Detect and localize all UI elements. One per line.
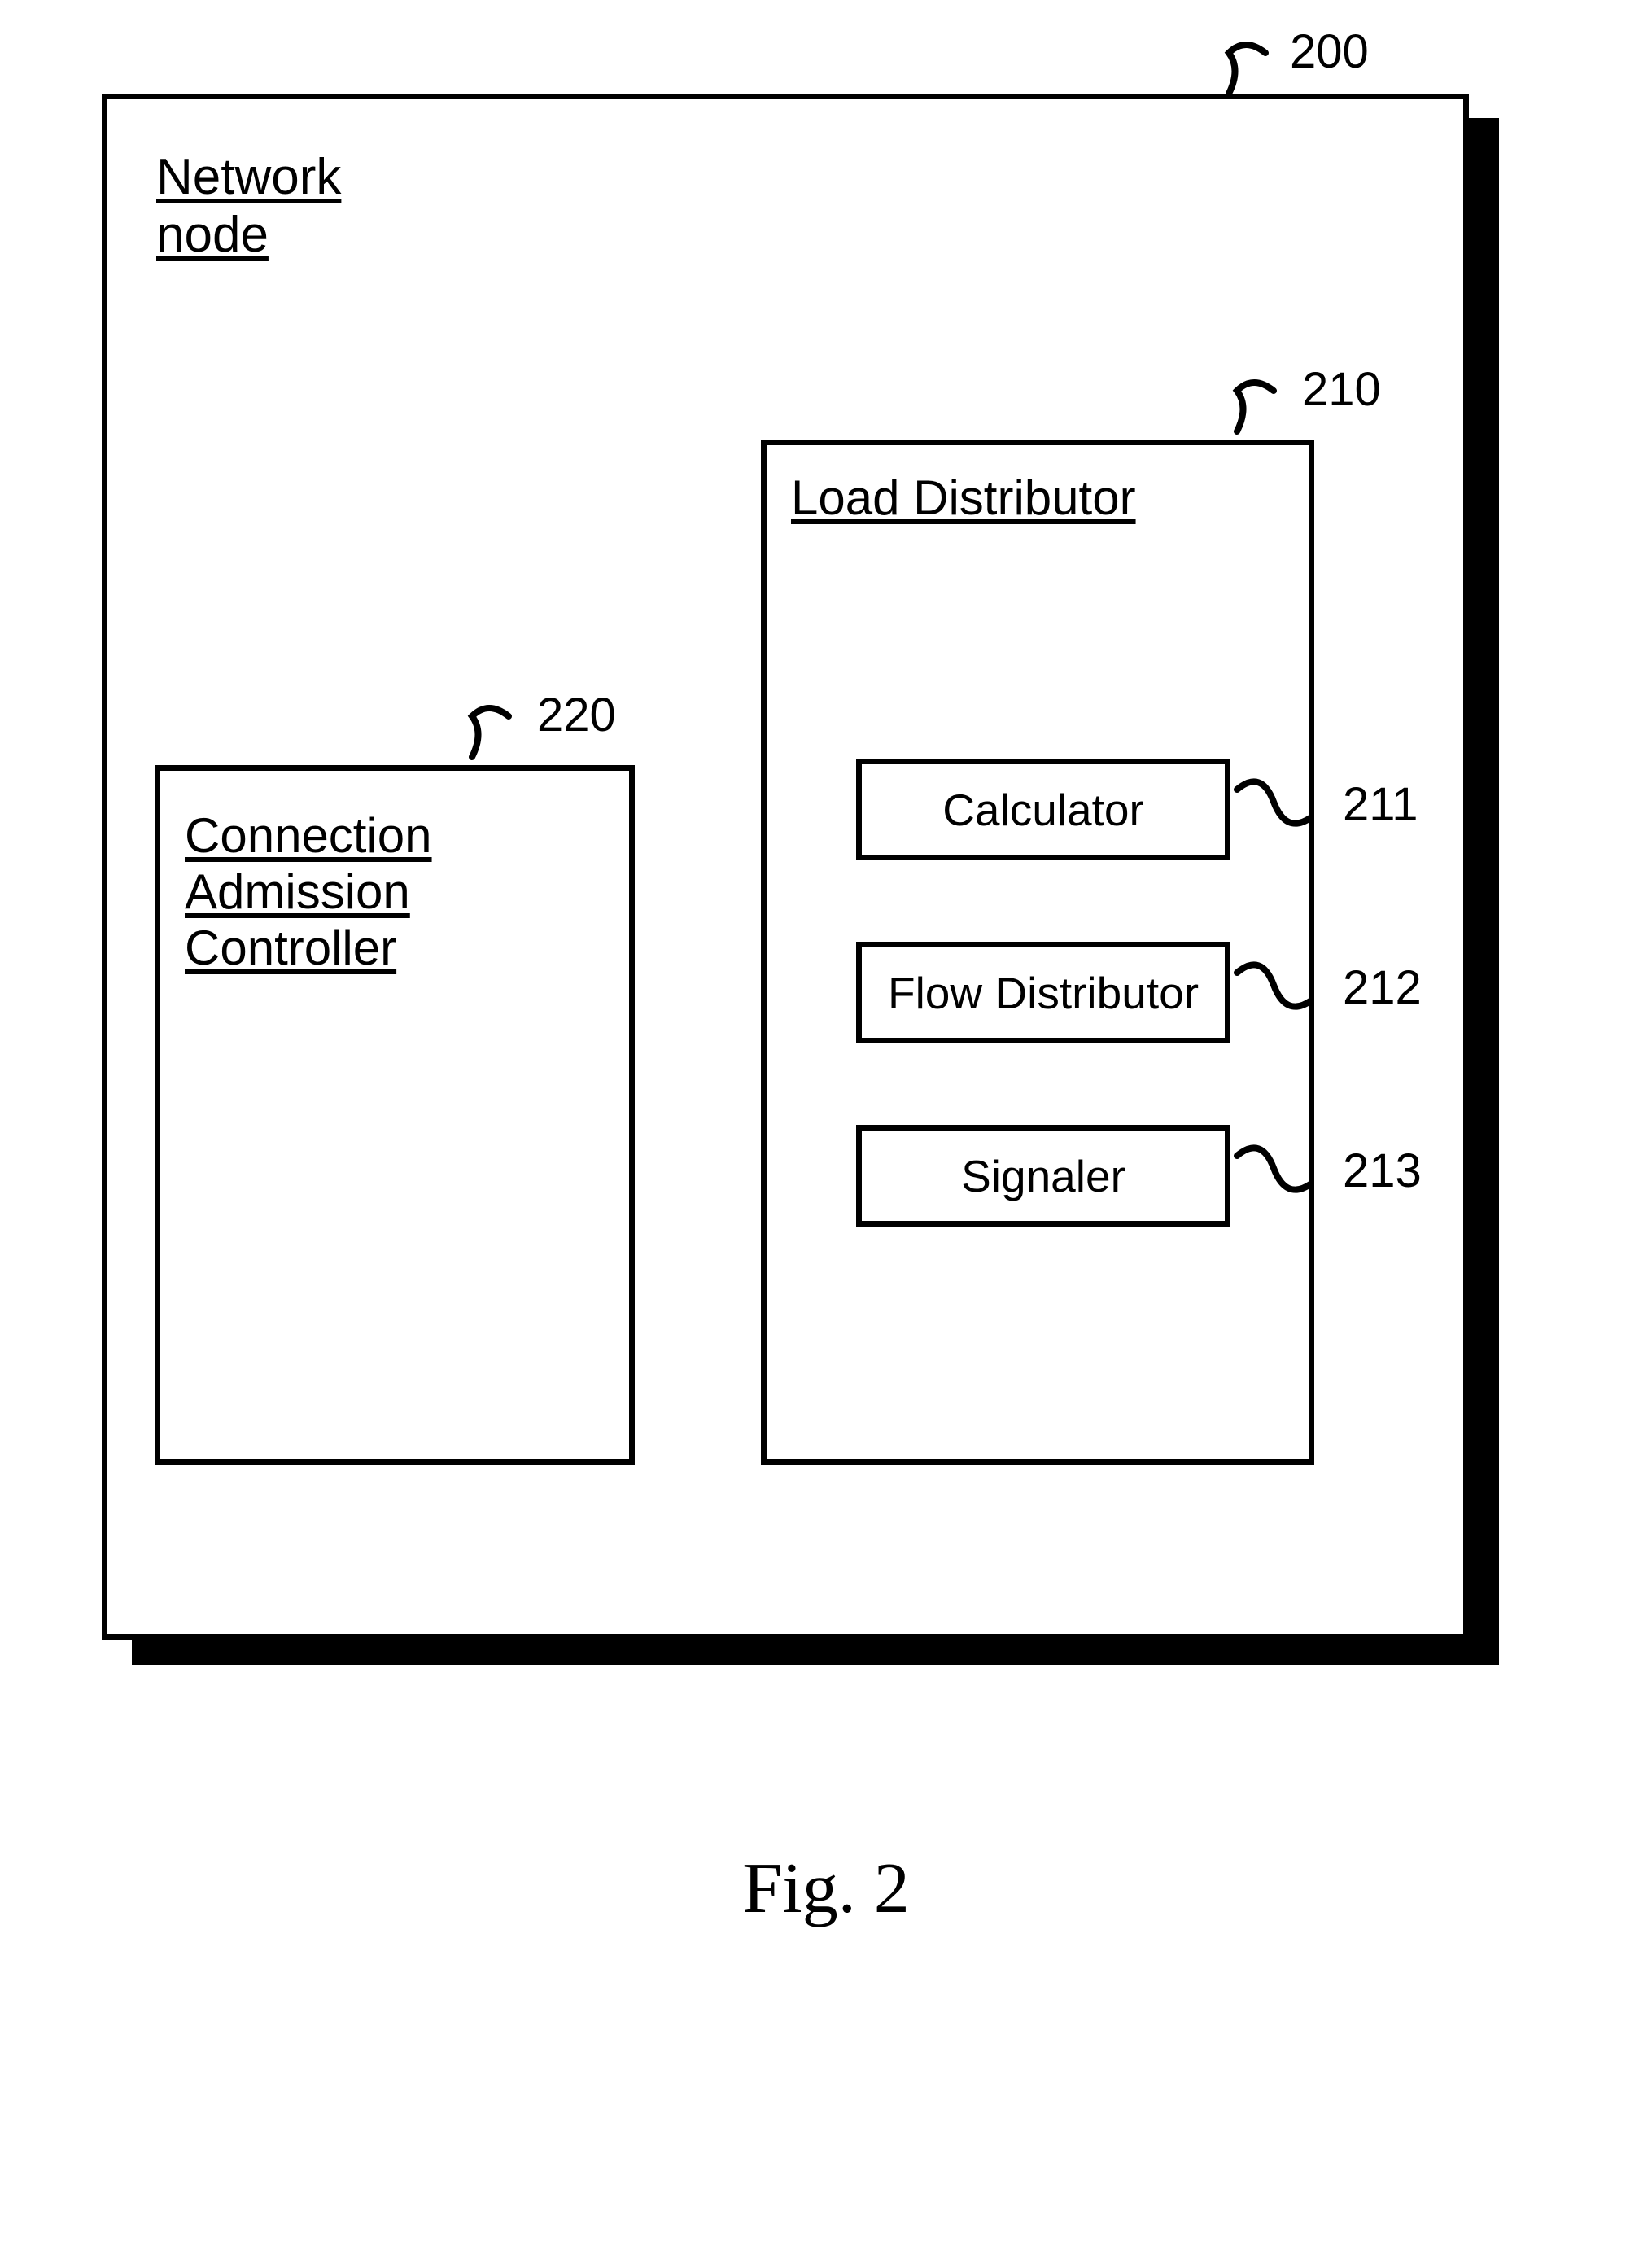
cac-title-line1: Connection <box>185 808 432 863</box>
calculator-box: Calculator <box>856 759 1230 860</box>
load-distributor-title: Load Distributor <box>791 470 1136 526</box>
hook-icon <box>439 696 537 761</box>
ref-211: 211 <box>1343 777 1418 832</box>
cac-title: Connection Admission Controller <box>185 807 432 976</box>
ref-210: 210 <box>1302 362 1381 417</box>
cac-title-line3: Controller <box>185 921 396 975</box>
flow-distributor-box: Flow Distributor <box>856 942 1230 1043</box>
network-node-title: Network node <box>156 148 341 265</box>
ref-220: 220 <box>537 688 616 742</box>
ref-200: 200 <box>1290 24 1369 79</box>
ref-213: 213 <box>1343 1144 1422 1198</box>
cac-title-line2: Admission <box>185 864 410 919</box>
network-node-title-line1: Network <box>156 149 341 205</box>
hook-icon <box>1229 1144 1326 1201</box>
calculator-label: Calculator <box>942 784 1144 836</box>
network-node-title-line2: node <box>156 207 269 263</box>
load-distributor-box: Load Distributor Calculator Flow Distrib… <box>761 440 1314 1465</box>
signaler-box: Signaler <box>856 1125 1230 1227</box>
hook-icon <box>1204 370 1302 435</box>
flow-distributor-label: Flow Distributor <box>888 967 1199 1019</box>
ref-212: 212 <box>1343 960 1422 1015</box>
hook-icon <box>1229 777 1326 834</box>
hook-icon <box>1196 33 1294 98</box>
figure-caption: Fig. 2 <box>0 1848 1652 1930</box>
connection-admission-controller-box: Connection Admission Controller <box>155 765 635 1465</box>
hook-icon <box>1229 960 1326 1017</box>
signaler-label: Signaler <box>961 1150 1125 1202</box>
